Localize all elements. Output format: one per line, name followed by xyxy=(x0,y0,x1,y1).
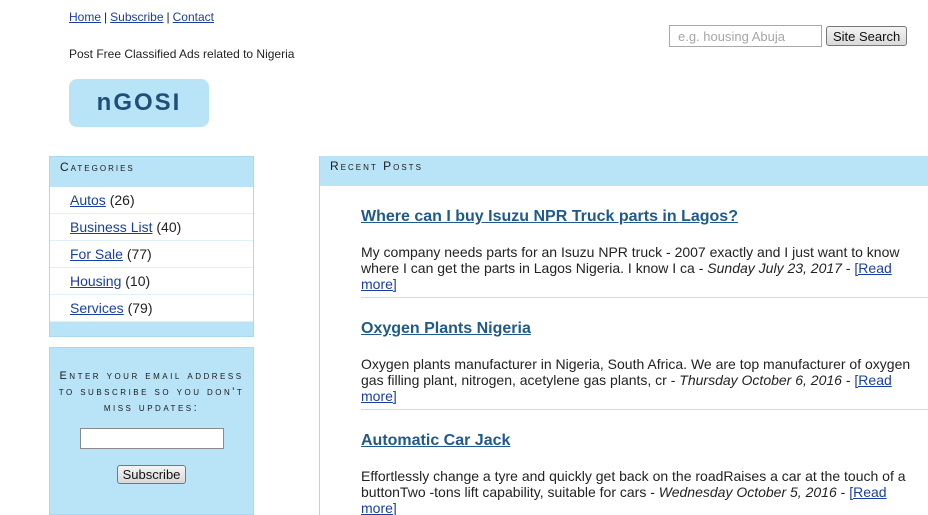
category-count: (26) xyxy=(109,192,135,208)
site-search: Site Search xyxy=(669,25,908,47)
post-date: Thursday October 6, 2016 xyxy=(679,372,842,388)
post-item: Automatic Car Jack Effortlessly change a… xyxy=(361,410,928,515)
category-count: (10) xyxy=(125,273,151,289)
category-item-services: Services (79) xyxy=(50,295,253,322)
post-date-suffix: - xyxy=(841,260,855,276)
page: Home | Subscribe | Contact Post Free Classif… xyxy=(0,0,928,515)
category-link-for-sale[interactable]: For Sale xyxy=(70,246,123,262)
nav-separator: | xyxy=(166,10,170,24)
subscribe-message: Enter your email address to subscribe so… xyxy=(58,370,245,414)
category-link-housing[interactable]: Housing xyxy=(70,273,121,289)
post-excerpt: Oxygen plants manufacturer in Nigeria, S… xyxy=(356,338,928,409)
category-count: (77) xyxy=(126,246,152,262)
post-item: Where can I buy Isuzu NPR Truck parts in… xyxy=(361,186,928,298)
post-title-link[interactable]: Where can I buy Isuzu NPR Truck parts in… xyxy=(361,186,928,226)
category-item-housing: Housing (10) xyxy=(50,268,253,295)
logo-text: nGOSI xyxy=(96,89,182,116)
category-count: (79) xyxy=(127,300,153,316)
categories-footer-bar xyxy=(50,322,253,336)
category-item-business-list: Business List (40) xyxy=(50,214,253,241)
site-tagline: Post Free Classified Ads related to Nige… xyxy=(69,47,295,61)
post-date: Sunday July 23, 2017 xyxy=(707,260,842,276)
top-nav: Home | Subscribe | Contact xyxy=(69,10,214,24)
nav-contact-link[interactable]: Contact xyxy=(173,10,214,24)
site-search-button[interactable]: Site Search xyxy=(826,26,908,46)
recent-posts-panel: Recent Posts Where can I buy Isuzu NPR T… xyxy=(319,156,928,515)
post-item: Oxygen Plants Nigeria Oxygen plants manu… xyxy=(361,298,928,410)
category-link-services[interactable]: Services xyxy=(70,300,124,316)
category-count: (40) xyxy=(156,219,182,235)
categories-list: Autos (26) Business List (40) For Sale (… xyxy=(50,187,253,322)
categories-panel: Categories Autos (26) Business List (40)… xyxy=(49,156,254,337)
post-excerpt: Effortlessly change a tyre and quickly g… xyxy=(356,450,928,515)
nav-separator: | xyxy=(104,10,108,24)
post-excerpt: My company needs parts for an Isuzu NPR … xyxy=(356,226,928,297)
recent-posts-heading: Recent Posts xyxy=(320,156,928,186)
category-link-autos[interactable]: Autos xyxy=(70,192,106,208)
categories-heading: Categories xyxy=(50,157,253,187)
subscribe-button[interactable]: Subscribe xyxy=(116,465,187,484)
post-title-link[interactable]: Oxygen Plants Nigeria xyxy=(361,298,928,338)
category-link-business-list[interactable]: Business List xyxy=(70,219,152,235)
nav-home-link[interactable]: Home xyxy=(69,10,101,24)
post-title-link[interactable]: Automatic Car Jack xyxy=(361,410,928,450)
category-item-for-sale: For Sale (77) xyxy=(50,241,253,268)
subscribe-panel: Enter your email address to subscribe so… xyxy=(49,347,254,515)
search-input[interactable] xyxy=(669,25,822,47)
nav-subscribe-link[interactable]: Subscribe xyxy=(110,10,163,24)
category-item-autos: Autos (26) xyxy=(50,187,253,214)
post-date-suffix: - xyxy=(836,484,850,500)
site-logo[interactable]: nGOSI xyxy=(69,79,209,127)
subscribe-email-field[interactable] xyxy=(79,428,224,449)
post-date: Wednesday October 5, 2016 xyxy=(658,484,837,500)
post-date-suffix: - xyxy=(841,372,855,388)
